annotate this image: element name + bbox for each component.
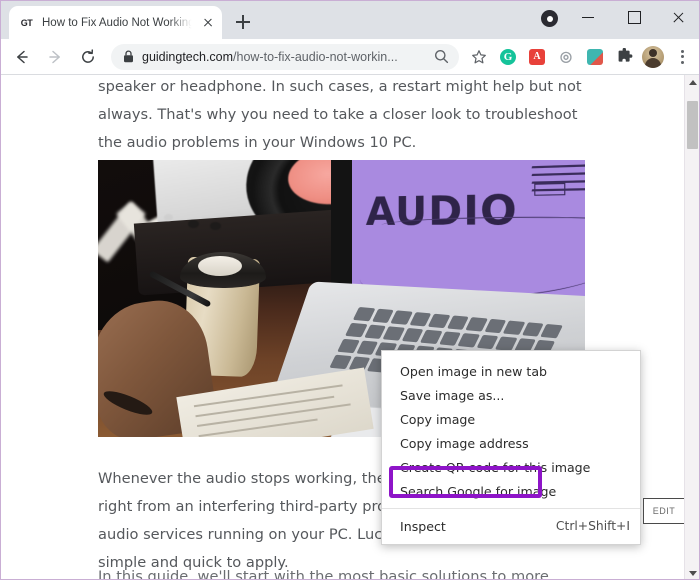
gt-favicon: GT [18,14,35,31]
new-tab-button[interactable] [229,8,257,36]
url-path: /how-to-fix-audio-not-workin... [233,49,398,64]
context-menu-item-search-google-for-image[interactable]: Search Google for image [382,479,640,503]
chrome-menu-kebab-icon[interactable] [669,44,695,70]
hero-screen-tag [534,182,566,196]
gray-ext-glyph: ◎ [559,48,573,64]
context-menu-item-label: Create QR code for this image [400,459,591,475]
context-menu-item-label: Inspect [400,518,446,534]
gray-extension-icon[interactable]: ◎ [553,44,579,70]
url-text: guidingtech.com/how-to-fix-audio-not-wor… [142,50,429,64]
acrobat-glyph: A [529,48,545,65]
context-menu-item-label: Search Google for image [400,483,557,499]
forward-arrow-icon[interactable] [41,43,69,71]
url-domain: guidingtech.com [142,49,234,64]
extensions-puzzle-icon[interactable] [611,44,637,70]
browser-tab[interactable]: GT How to Fix Audio Not Working o [9,6,222,39]
context-menu-item-label: Copy image address [400,435,529,451]
context-menu-item-copy-image[interactable]: Copy image [382,407,640,431]
grammarly-extension-icon[interactable]: G [495,44,521,70]
hero-turntable-button-1 [188,220,199,228]
paragraph-bottom: In this guide, we'll start with the most… [98,568,549,580]
lock-icon [124,50,133,63]
address-bar[interactable]: guidingtech.com/how-to-fix-audio-not-wor… [111,43,459,70]
maximize-icon[interactable] [611,1,656,32]
back-arrow-icon[interactable] [8,43,36,71]
edit-button[interactable]: EDIT [643,498,685,524]
profile-avatar[interactable] [640,44,666,70]
context-menu-item-save-image-as[interactable]: Save image as... [382,383,640,407]
avatar [642,45,664,68]
browser-toolbar: guidingtech.com/how-to-fix-audio-not-wor… [1,39,699,75]
hero-coffee-lid-opening [198,256,242,276]
teal-extension-icon[interactable] [582,44,608,70]
scrollbar-thumb[interactable] [687,101,698,149]
page-scrollbar[interactable] [684,75,699,579]
search-icon[interactable] [429,45,453,69]
window-close-icon[interactable] [656,1,699,32]
grammarly-glyph: G [500,48,516,65]
context-menu-item-label: Copy image [400,411,476,427]
hero-turntable-dot [164,214,173,221]
context-menu-item-shortcut: Ctrl+Shift+I [555,519,630,533]
image-context-menu: Open image in new tab Save image as... C… [381,350,641,545]
close-icon[interactable] [200,15,216,31]
star-icon[interactable] [466,44,492,70]
context-menu-item-label: Save image as... [400,387,505,403]
scroll-down-arrow-icon[interactable] [685,566,699,579]
paragraph-top: speaker or headphone. In such cases, a r… [98,78,582,151]
teal-ext-glyph [587,48,603,65]
context-menu-separator [382,508,640,509]
context-menu-item-copy-image-address[interactable]: Copy image address [382,431,640,455]
tab-title: How to Fix Audio Not Working o [42,16,193,29]
context-menu-item-label: Open image in new tab [400,363,548,379]
tab-strip: GT How to Fix Audio Not Working o [1,1,699,39]
context-menu-item-create-qr-code[interactable]: Create QR code for this image [382,455,640,479]
context-menu-item-inspect[interactable]: Inspect Ctrl+Shift+I [382,514,640,538]
browser-window: GT How to Fix Audio Not Working o guidin… [0,0,700,580]
context-menu-item-open-image-in-new-tab[interactable]: Open image in new tab [382,359,640,383]
minimize-icon[interactable] [566,1,611,32]
hero-turntable-button-2 [210,222,221,230]
scroll-up-arrow-icon[interactable] [685,75,699,90]
record-indicator-icon [541,10,558,27]
adobe-acrobat-extension-icon[interactable]: A [524,44,550,70]
window-controls [566,1,699,32]
reload-icon[interactable] [74,43,102,71]
